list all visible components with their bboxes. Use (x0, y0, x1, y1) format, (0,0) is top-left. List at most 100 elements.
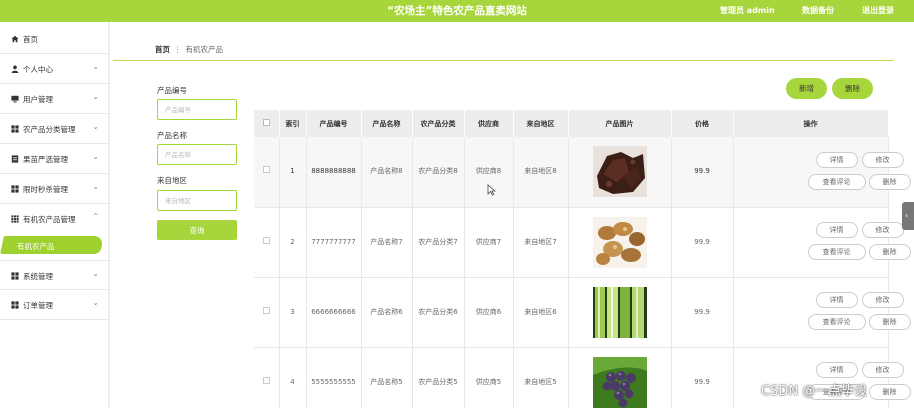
edit-button[interactable]: 修改 (861, 292, 904, 308)
supplier-cell: 供应商8 (464, 137, 514, 208)
sidebar-item-users[interactable]: 用户管理 ⌄ (0, 84, 108, 114)
sidebar-item-profile[interactable]: 个人中心 ⌄ (0, 54, 108, 84)
category-cell: 农产品分类7 (412, 207, 465, 278)
code-cell: 8888888888 (306, 137, 362, 208)
column-header: 农产品分类 (412, 110, 465, 137)
breadcrumb-home[interactable]: 首页 (155, 45, 170, 54)
breadcrumb-current: 有机农产品 (185, 45, 224, 54)
document-icon (11, 155, 19, 163)
ops-cell: 详情 修改 查看评论 删除 (733, 207, 911, 278)
side-panel-toggle[interactable]: ‹ (902, 202, 914, 230)
supplier-cell: 供应商7 (464, 207, 514, 278)
name-cell: 产品名称7 (361, 207, 413, 278)
name-label: 产品名称 (157, 131, 187, 140)
row-delete-button[interactable]: 删除 (868, 314, 911, 330)
row-checkbox[interactable] (262, 236, 270, 244)
row-checkbox[interactable] (262, 306, 270, 314)
row-delete-button[interactable]: 删除 (868, 244, 911, 260)
query-button[interactable]: 查询 (157, 220, 237, 240)
sidebar-item-organic[interactable]: 有机农产品管理 ⌃ (0, 204, 108, 234)
sidebar-item-system[interactable]: 系统管理 ⌄ (0, 260, 108, 290)
name-input[interactable] (157, 144, 237, 165)
sidebar-item-home[interactable]: 首页 (0, 24, 108, 54)
category-cell: 农产品分类6 (412, 277, 465, 348)
category-cell: 农产品分类8 (412, 137, 465, 208)
column-header: 操作 (733, 110, 889, 137)
category-cell: 农产品分类5 (412, 347, 465, 408)
image-cell (568, 207, 672, 278)
supplier-cell: 供应商5 (464, 347, 514, 408)
sidebar-item-orders[interactable]: 订单管理 ⌄ (0, 290, 108, 320)
backup-link[interactable]: 数据备份 (802, 5, 834, 16)
breadcrumb-separator: ⋮ (174, 45, 182, 54)
delete-button[interactable]: 删除 (832, 78, 873, 99)
region-cell: 来自地区8 (513, 137, 569, 208)
image-cell (568, 137, 672, 208)
add-button[interactable]: 新增 (786, 78, 827, 99)
logout-link[interactable]: 退出登录 (862, 5, 894, 16)
code-cell: 5555555555 (306, 347, 362, 408)
table-row: 1 8888888888 产品名称8 农产品分类8 供应商8 来自地区8 99.… (254, 137, 911, 208)
row-select-cell (254, 207, 280, 278)
watermark: CSDN @一点毕设 (761, 384, 868, 399)
breadcrumb: 首页 ⋮ 有机农产品 (155, 44, 223, 55)
chevron-down-icon: ⌄ (92, 152, 99, 161)
sidebar-item-category[interactable]: 农产品分类管理 ⌄ (0, 114, 108, 144)
row-checkbox[interactable] (262, 166, 270, 174)
detail-button[interactable]: 详情 (815, 292, 858, 308)
row-delete-button[interactable]: 删除 (868, 384, 911, 400)
price-cell: 99.9 (671, 137, 734, 208)
chevron-down-icon: ⌄ (92, 182, 99, 191)
divider (113, 60, 894, 61)
index-cell: 2 (279, 207, 307, 278)
table-row: 2 7777777777 产品名称7 农产品分类7 供应商7 来自地区7 99.… (254, 207, 911, 278)
apps-icon (11, 215, 19, 223)
home-icon (11, 35, 19, 43)
region-cell: 来自地区5 (513, 347, 569, 408)
row-checkbox[interactable] (262, 376, 270, 384)
price-cell: 99.9 (671, 277, 734, 348)
sidebar-subitem-organic-products[interactable]: 有机农产品 (0, 234, 106, 260)
image-cell (568, 277, 672, 348)
row-delete-button[interactable]: 删除 (868, 173, 911, 190)
edit-button[interactable]: 修改 (861, 362, 904, 378)
row-select-cell (254, 347, 280, 408)
index-cell: 4 (279, 347, 307, 408)
chevron-up-icon: ⌃ (92, 212, 99, 221)
product-image-leeks (592, 286, 647, 338)
column-header: 产品名称 (361, 110, 413, 137)
table-row: 3 6666666666 产品名称6 农产品分类6 供应商6 来自地区6 99.… (254, 277, 911, 348)
select-all-checkbox[interactable] (262, 119, 270, 126)
view-reviews-button[interactable]: 查看评论 (807, 314, 866, 330)
code-cell: 7777777777 (306, 207, 362, 278)
column-header: 价格 (671, 110, 734, 137)
ops-cell: 详情 修改 查看评论 删除 (733, 137, 911, 208)
detail-button[interactable]: 详情 (815, 222, 858, 238)
admin-link[interactable]: 管理员 admin (720, 5, 775, 16)
sidebar: 首页 个人中心 ⌄ 用户管理 ⌄ 农产品分类管理 ⌄ 果苗严选管理 ⌄ 限时秒杀… (0, 22, 110, 408)
product-image-brown-chunks (592, 146, 647, 198)
edit-button[interactable]: 修改 (861, 151, 904, 168)
sidebar-item-seedlings[interactable]: 果苗严选管理 ⌄ (0, 144, 108, 174)
code-input[interactable] (157, 99, 237, 120)
ops-cell: 详情 修改 查看评论 删除 (733, 277, 911, 348)
column-header: 索引 (279, 110, 307, 137)
image-cell (568, 347, 672, 408)
region-cell: 来自地区6 (513, 277, 569, 348)
region-cell: 来自地区7 (513, 207, 569, 278)
mouse-cursor-icon (487, 184, 496, 196)
region-input[interactable] (157, 190, 237, 211)
index-cell: 1 (279, 137, 307, 208)
grid-icon (11, 272, 19, 280)
detail-button[interactable]: 详情 (815, 362, 858, 378)
site-title: “农场主”特色农产品直卖网站 (387, 5, 527, 17)
table-header-row: 索引 产品编号 产品名称 农产品分类 供应商 来自地区 产品图片 价格 操作 (254, 110, 889, 137)
sidebar-item-flash-sale[interactable]: 限时秒杀管理 ⌄ (0, 174, 108, 204)
view-reviews-button[interactable]: 查看评论 (807, 173, 866, 190)
detail-button[interactable]: 详情 (815, 151, 858, 168)
view-reviews-button[interactable]: 查看评论 (807, 244, 866, 260)
code-label: 产品编号 (157, 86, 187, 95)
edit-button[interactable]: 修改 (861, 222, 904, 238)
name-cell: 产品名称8 (361, 137, 413, 208)
grid-icon (11, 185, 19, 193)
